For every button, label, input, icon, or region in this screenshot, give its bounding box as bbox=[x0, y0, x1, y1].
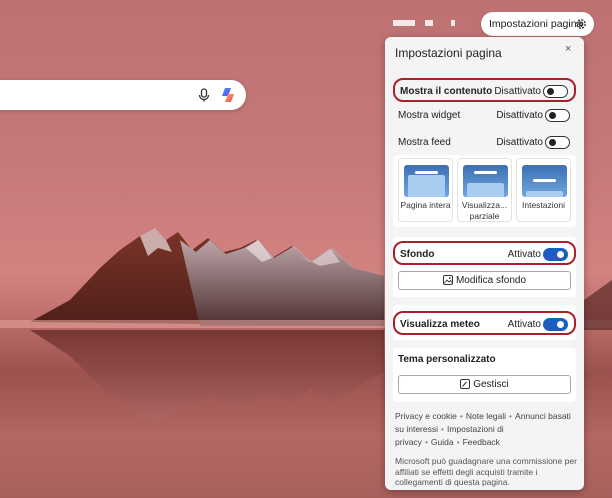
link-help[interactable]: Guida bbox=[431, 437, 454, 447]
manage-theme-label: Gestisci bbox=[473, 379, 509, 390]
layout-label: Visualizza... parziale bbox=[461, 200, 508, 221]
show-feed-toggle[interactable] bbox=[545, 136, 570, 149]
gear-icon bbox=[576, 19, 586, 29]
toggle-label: Mostra il contenuto bbox=[400, 86, 493, 97]
toggle-label: Sfondo bbox=[400, 249, 435, 260]
layout-label: Intestazioni bbox=[522, 200, 565, 210]
page-settings-button[interactable]: Impostazioni pagina bbox=[481, 12, 594, 36]
toggle-state: Disattivato bbox=[494, 86, 541, 97]
custom-theme-title: Tema personalizzato bbox=[398, 354, 496, 365]
toggle-row-background: Sfondo Attivato bbox=[393, 241, 576, 265]
toggle-row-show-content: Mostra il contenuto Disattivato bbox=[393, 78, 576, 102]
toggle-row-show-feed: Mostra feed Disattivato bbox=[393, 131, 576, 155]
layout-thumbnail bbox=[522, 165, 567, 197]
layout-option-full-page[interactable]: Pagina intera bbox=[398, 158, 453, 222]
toggle-label: Visualizza meteo bbox=[400, 319, 480, 330]
page-settings-label: Impostazioni pagina bbox=[489, 18, 583, 30]
show-widget-toggle[interactable] bbox=[545, 109, 570, 122]
page-settings-panel: Impostazioni pagina × Mostra il contenut… bbox=[385, 37, 584, 490]
footer-links: Privacy e cookie • Note legali • Annunci bas… bbox=[395, 411, 571, 447]
copilot-icon[interactable] bbox=[219, 86, 237, 104]
microphone-icon[interactable] bbox=[196, 87, 212, 103]
search-bar[interactable] bbox=[0, 80, 246, 110]
brush-icon bbox=[460, 379, 471, 389]
close-icon[interactable]: × bbox=[565, 44, 575, 55]
edit-background-button[interactable]: Modifica sfondo bbox=[398, 271, 571, 290]
layout-thumbnail bbox=[404, 165, 449, 197]
layout-options: Pagina intera Visualizza... parziale Int… bbox=[393, 155, 576, 227]
toggle-label: Mostra widget bbox=[398, 110, 461, 121]
toggle-row-show-widget: Mostra widget Disattivato bbox=[393, 104, 576, 128]
weather-toggle[interactable] bbox=[543, 318, 568, 331]
toggle-label: Mostra feed bbox=[398, 137, 451, 148]
image-icon bbox=[442, 275, 453, 285]
panel-title: Impostazioni pagina bbox=[395, 46, 502, 60]
account-name-redacted bbox=[393, 20, 415, 27]
toggle-state: Disattivato bbox=[496, 110, 543, 121]
link-privacy-cookies[interactable]: Privacy e cookie bbox=[395, 411, 457, 421]
layout-label: Pagina intera bbox=[400, 200, 451, 210]
toggle-state: Attivato bbox=[507, 249, 541, 260]
layout-thumbnail bbox=[463, 165, 508, 197]
link-feedback[interactable]: Feedback bbox=[463, 437, 500, 447]
layout-option-headings[interactable]: Intestazioni bbox=[516, 158, 571, 222]
account-dot bbox=[425, 20, 433, 27]
affiliate-disclaimer: Microsoft può guadagnare una commissione… bbox=[395, 456, 577, 487]
toggle-state: Attivato bbox=[507, 319, 541, 330]
show-content-toggle[interactable] bbox=[543, 85, 568, 98]
background-toggle[interactable] bbox=[543, 248, 568, 261]
toggle-state: Disattivato bbox=[496, 137, 543, 148]
manage-theme-button[interactable]: Gestisci bbox=[398, 375, 571, 394]
toggle-row-weather: Visualizza meteo Attivato bbox=[393, 311, 576, 335]
edit-background-label: Modifica sfondo bbox=[455, 275, 527, 286]
custom-theme-section: Tema personalizzato Gestisci bbox=[393, 348, 576, 402]
link-legal-notes[interactable]: Note legali bbox=[466, 411, 506, 421]
layout-option-partial[interactable]: Visualizza... parziale bbox=[457, 158, 512, 222]
account-area bbox=[393, 18, 457, 29]
account-dot bbox=[451, 20, 455, 27]
